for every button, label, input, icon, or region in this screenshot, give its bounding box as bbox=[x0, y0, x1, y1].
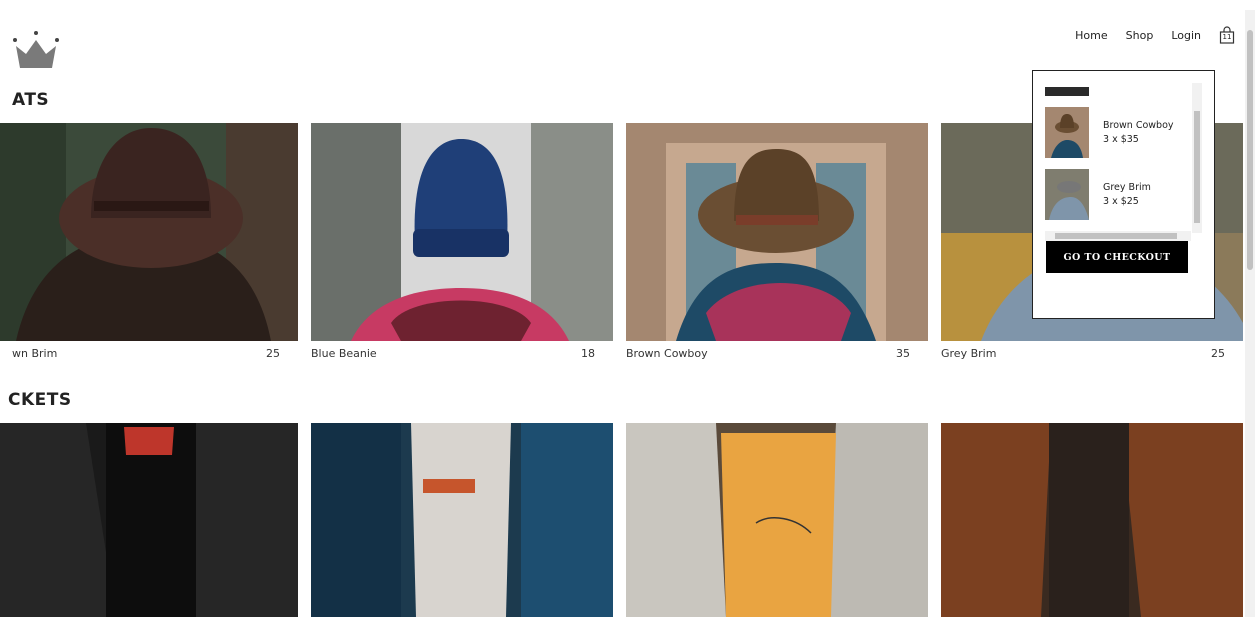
crown-logo[interactable] bbox=[12, 30, 60, 70]
cart-item: Grey Brim 3 x $25 bbox=[1045, 169, 1151, 220]
product-name: Blue Beanie bbox=[311, 347, 377, 360]
nav-home-link[interactable]: Home bbox=[1075, 29, 1107, 42]
cart-dropdown: Brown Cowboy 3 x $35 Grey Brim 3 x $25 G… bbox=[1032, 70, 1215, 319]
cart-item: Brown Cowboy 3 x $35 bbox=[1045, 107, 1174, 158]
page-scrollbar[interactable] bbox=[1245, 10, 1255, 617]
cart-item-quantity: 3 x $35 bbox=[1103, 133, 1139, 145]
go-to-checkout-button[interactable]: GO TO CHECKOUT bbox=[1046, 241, 1188, 273]
cart-vertical-scrollbar[interactable] bbox=[1192, 83, 1202, 233]
product-card[interactable] bbox=[941, 423, 1243, 617]
product-image[interactable] bbox=[311, 423, 613, 617]
product-image[interactable] bbox=[0, 423, 298, 617]
cart-item-thumbnail bbox=[1045, 169, 1089, 220]
product-card[interactable] bbox=[626, 423, 928, 617]
cart-count: 11 bbox=[1222, 33, 1232, 41]
cart-item bbox=[1045, 84, 1089, 96]
product-card[interactable]: Blue Beanie 18 bbox=[311, 123, 613, 360]
product-image[interactable] bbox=[626, 123, 928, 341]
cart-item-name: Grey Brim bbox=[1103, 181, 1151, 193]
product-image[interactable] bbox=[626, 423, 928, 617]
cart-items-list[interactable]: Brown Cowboy 3 x $35 Grey Brim 3 x $25 bbox=[1045, 81, 1203, 243]
product-card[interactable]: wn Brim 25 bbox=[0, 123, 298, 360]
product-image[interactable] bbox=[0, 123, 298, 341]
product-card[interactable] bbox=[311, 423, 613, 617]
jackets-row bbox=[0, 423, 1244, 617]
jackets-section-title[interactable]: CKETS bbox=[8, 390, 72, 410]
cart-item-name: Brown Cowboy bbox=[1103, 119, 1174, 131]
product-price: 18 bbox=[581, 347, 595, 360]
cart-horizontal-scrollbar[interactable] bbox=[1045, 231, 1191, 241]
cart-item-quantity: 3 x $25 bbox=[1103, 195, 1139, 207]
product-card[interactable] bbox=[0, 423, 298, 617]
shopping-bag-icon[interactable]: 11 bbox=[1219, 26, 1235, 44]
product-price: 25 bbox=[266, 347, 280, 360]
product-name: Grey Brim bbox=[941, 347, 997, 360]
nav-shop-link[interactable]: Shop bbox=[1126, 29, 1154, 42]
cart-item-thumbnail bbox=[1045, 84, 1089, 96]
product-price: 25 bbox=[1211, 347, 1225, 360]
product-image[interactable] bbox=[311, 123, 613, 341]
nav-login-link[interactable]: Login bbox=[1171, 29, 1201, 42]
main-nav: Home Shop Login 11 bbox=[1075, 26, 1235, 44]
product-image[interactable] bbox=[941, 423, 1243, 617]
product-name: wn Brim bbox=[12, 347, 58, 360]
product-card[interactable]: Brown Cowboy 35 bbox=[626, 123, 928, 360]
cart-item-thumbnail bbox=[1045, 107, 1089, 158]
hats-section-title[interactable]: ATS bbox=[12, 90, 49, 110]
product-price: 35 bbox=[896, 347, 910, 360]
product-name: Brown Cowboy bbox=[626, 347, 708, 360]
